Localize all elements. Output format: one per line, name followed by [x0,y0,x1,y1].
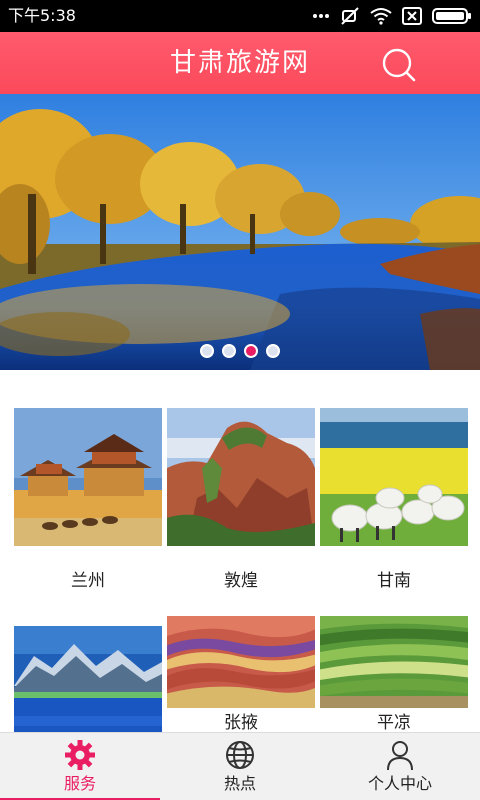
carousel-dot[interactable] [266,344,280,358]
destination-tile[interactable]: 张掖 [167,616,315,733]
nav-item-service[interactable]: 服务 [0,733,160,800]
carousel-dot[interactable] [244,344,258,358]
carousel-indicator [0,344,480,358]
banner-carousel[interactable] [0,94,480,370]
destination-tile[interactable]: 敦煌 [167,408,315,591]
nav-label: 服务 [63,774,96,793]
destination-label: 敦煌 [224,571,258,591]
destination-label: 甘南 [377,571,411,591]
destination-tile[interactable]: 兰州 [14,408,162,591]
sim-icon [402,7,422,25]
status-time: 下午5:38 [8,6,76,25]
destination-label: 兰州 [71,571,105,591]
battery-icon [432,8,471,24]
person-icon [387,741,413,771]
nav-item-hot[interactable]: 热点 [160,733,320,800]
globe-icon [226,741,254,769]
carousel-dot[interactable] [222,344,236,358]
wifi-icon [370,8,392,25]
carousel-dot[interactable] [200,344,214,358]
status-icons [312,6,472,26]
destination-image [320,408,468,546]
app-screen: 下午5:38 甘肃旅游网 兰州 敦煌 甘南 张掖 平凉 服务 热点 个人中心 [0,0,480,800]
destination-grid: 兰州 敦煌 甘南 张掖 平凉 [0,370,480,764]
more-dots-icon [313,14,329,18]
bottom-nav: 服务 热点 个人中心 [0,732,480,800]
nav-item-profile[interactable]: 个人中心 [320,733,480,800]
destination-label: 张掖 [224,713,258,733]
search-icon[interactable] [380,46,416,82]
destination-image [167,408,315,546]
mute-icon [341,7,359,25]
destination-image [14,408,162,546]
app-header: 甘肃旅游网 [0,32,480,94]
destination-tile[interactable]: 平凉 [320,616,468,733]
gear-icon [65,740,95,770]
nav-label: 个人中心 [367,774,432,793]
destination-image [167,616,315,708]
destination-image [320,616,468,708]
destination-label: 平凉 [377,713,411,733]
destination-tile[interactable]: 甘南 [320,408,468,591]
banner-image [0,94,480,370]
nav-label: 热点 [223,774,256,793]
status-bar: 下午5:38 [0,0,480,32]
